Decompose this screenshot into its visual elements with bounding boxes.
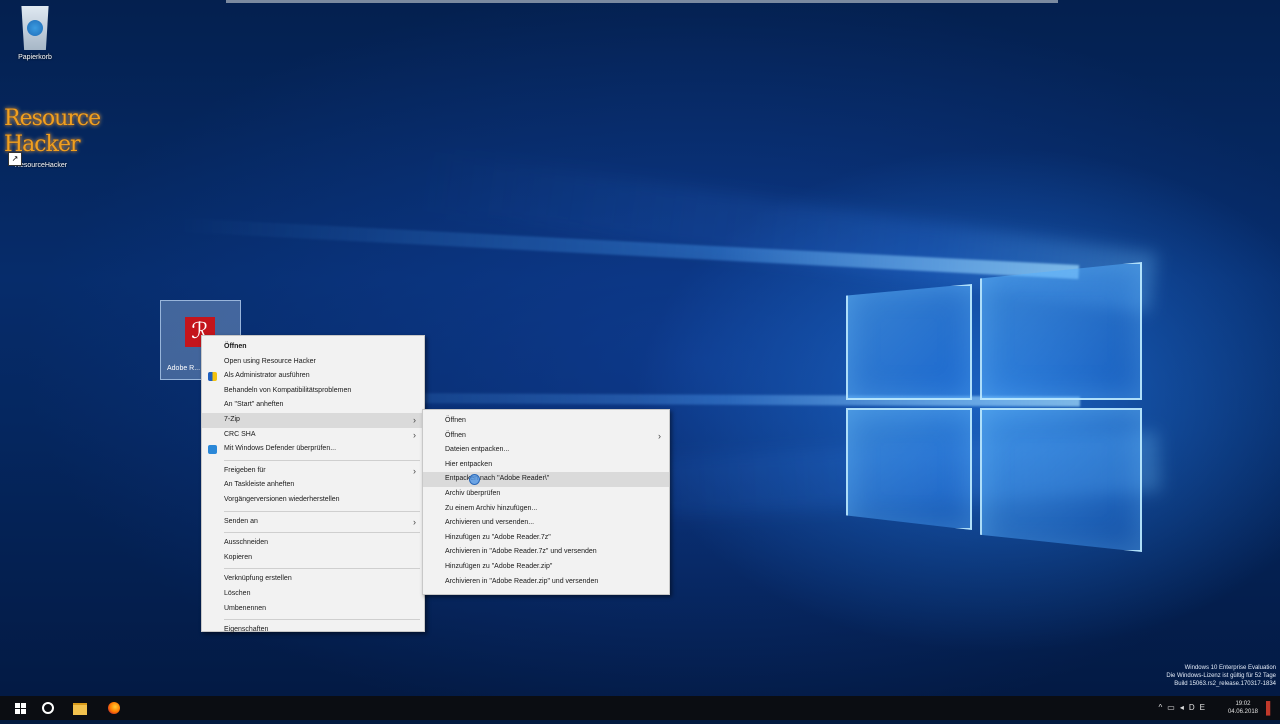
chevron-right-icon: › bbox=[413, 414, 416, 425]
menu-separator bbox=[224, 532, 420, 534]
menu-item-compatibility[interactable]: Behandeln von Kompatibilitätsproblemen bbox=[202, 384, 424, 399]
resource-hacker-desktop-icon[interactable]: Resource Hacker ↗ ResourceHacker bbox=[4, 106, 101, 169]
menu-item-cut[interactable]: Ausschneiden bbox=[202, 536, 424, 551]
menu-item-properties[interactable]: Eigenschaften bbox=[202, 623, 424, 638]
submenu-item-zip-email[interactable]: Archivieren in "Adobe Reader.zip" und ve… bbox=[423, 575, 669, 590]
menu-item-create-shortcut[interactable]: Verknüpfung erstellen bbox=[202, 572, 424, 587]
submenu-item-open-with[interactable]: Öffnen › bbox=[423, 429, 669, 444]
chevron-right-icon: › bbox=[413, 465, 416, 476]
menu-item-rename[interactable]: Umbenennen bbox=[202, 602, 424, 617]
menu-item-send-to[interactable]: Senden an › bbox=[202, 515, 424, 530]
menu-separator bbox=[224, 459, 420, 461]
clock[interactable]: 19:02 04.06.2018 bbox=[1228, 700, 1258, 724]
resource-hacker-logo-icon: Resource Hacker bbox=[4, 106, 101, 157]
submenu-item-compress-email[interactable]: Archivieren und versenden... bbox=[423, 516, 669, 531]
taskbar: ^▭◂DE 19:02 04.06.2018 ▌ bbox=[0, 696, 1280, 720]
adobe-reader-label: Adobe R... bbox=[167, 365, 201, 372]
menu-item-run-as-admin[interactable]: Als Administrator ausführen bbox=[202, 369, 424, 384]
windows-logo-pane bbox=[980, 408, 1142, 552]
desktop: Papierkorb Resource Hacker ↗ ResourceHac… bbox=[0, 0, 1280, 696]
chevron-right-icon: › bbox=[413, 429, 416, 440]
menu-separator bbox=[224, 510, 420, 512]
shield-icon bbox=[208, 372, 217, 382]
folder-icon bbox=[73, 703, 87, 715]
menu-item-crc-sha[interactable]: CRC SHA › bbox=[202, 428, 424, 443]
menu-separator bbox=[224, 619, 420, 621]
menu-item-7zip[interactable]: 7-Zip › bbox=[202, 412, 424, 428]
submenu-item-add-to-zip[interactable]: Hinzufügen zu "Adobe Reader.zip" bbox=[423, 560, 669, 575]
language-indicator[interactable]: DE bbox=[1189, 703, 1210, 712]
menu-item-defender-scan[interactable]: Mit Windows Defender überprüfen... bbox=[202, 442, 424, 457]
cortana-icon bbox=[42, 702, 54, 714]
defender-icon bbox=[208, 445, 217, 455]
menu-item-open-resource-hacker[interactable]: Open using Resource Hacker bbox=[202, 355, 424, 370]
menu-item-pin-start[interactable]: An "Start" anheften bbox=[202, 398, 424, 413]
menu-item-share-with[interactable]: Freigeben für › bbox=[202, 464, 424, 479]
menu-item-delete[interactable]: Löschen bbox=[202, 587, 424, 602]
windows-logo-pane bbox=[980, 262, 1142, 400]
chevron-right-icon: › bbox=[413, 516, 416, 527]
chevron-up-icon[interactable]: ^ bbox=[1159, 703, 1168, 712]
submenu-item-extract-to-folder[interactable]: Entpacken nach "Adobe Reader\" bbox=[423, 472, 669, 487]
submenu-item-7z-email[interactable]: Archivieren in "Adobe Reader.7z" und ver… bbox=[423, 545, 669, 560]
submenu-item-extract-files[interactable]: Dateien entpacken... bbox=[423, 443, 669, 458]
context-menu: Öffnen Open using Resource Hacker Als Ad… bbox=[201, 335, 425, 633]
windows-logo-pane bbox=[846, 284, 972, 400]
action-center-icon[interactable]: ▌ bbox=[1266, 696, 1280, 720]
top-window-edge bbox=[226, 0, 1058, 3]
cursor-click-icon bbox=[469, 474, 480, 486]
evaluation-watermark: Windows 10 Enterprise Evaluation Die Win… bbox=[1166, 665, 1276, 687]
menu-separator bbox=[224, 568, 420, 570]
file-explorer-button[interactable] bbox=[68, 696, 92, 720]
firefox-icon bbox=[108, 702, 120, 714]
windows-logo-pane bbox=[846, 408, 972, 530]
firefox-button[interactable] bbox=[102, 696, 126, 720]
menu-item-open[interactable]: Öffnen bbox=[202, 340, 424, 355]
recycle-bin-icon bbox=[21, 6, 49, 50]
start-button[interactable] bbox=[8, 696, 32, 720]
network-icon[interactable]: ▭ bbox=[1167, 703, 1180, 712]
chevron-right-icon: › bbox=[658, 430, 661, 441]
submenu-item-open[interactable]: Öffnen bbox=[423, 414, 669, 429]
windows-icon bbox=[14, 702, 26, 714]
shortcut-arrow-icon: ↗ bbox=[8, 152, 22, 166]
menu-item-copy[interactable]: Kopieren bbox=[202, 551, 424, 566]
system-tray: ^▭◂DE bbox=[1159, 696, 1210, 720]
submenu-item-add-to-archive[interactable]: Zu einem Archiv hinzufügen... bbox=[423, 502, 669, 517]
cortana-button[interactable] bbox=[36, 696, 60, 720]
recycle-bin-desktop-icon[interactable]: Papierkorb bbox=[10, 6, 60, 61]
menu-item-pin-taskbar[interactable]: An Taskleiste anheften bbox=[202, 478, 424, 493]
submenu-item-extract-here[interactable]: Hier entpacken bbox=[423, 458, 669, 473]
recycle-bin-label: Papierkorb bbox=[18, 54, 52, 61]
submenu-item-add-to-7z[interactable]: Hinzufügen zu "Adobe Reader.7z" bbox=[423, 531, 669, 546]
menu-item-restore-versions[interactable]: Vorgängerversionen wiederherstellen bbox=[202, 493, 424, 508]
volume-icon[interactable]: ◂ bbox=[1180, 703, 1189, 712]
7zip-submenu: Öffnen Öffnen › Dateien entpacken... Hier… bbox=[422, 409, 670, 595]
submenu-item-test-archive[interactable]: Archiv überprüfen bbox=[423, 487, 669, 502]
